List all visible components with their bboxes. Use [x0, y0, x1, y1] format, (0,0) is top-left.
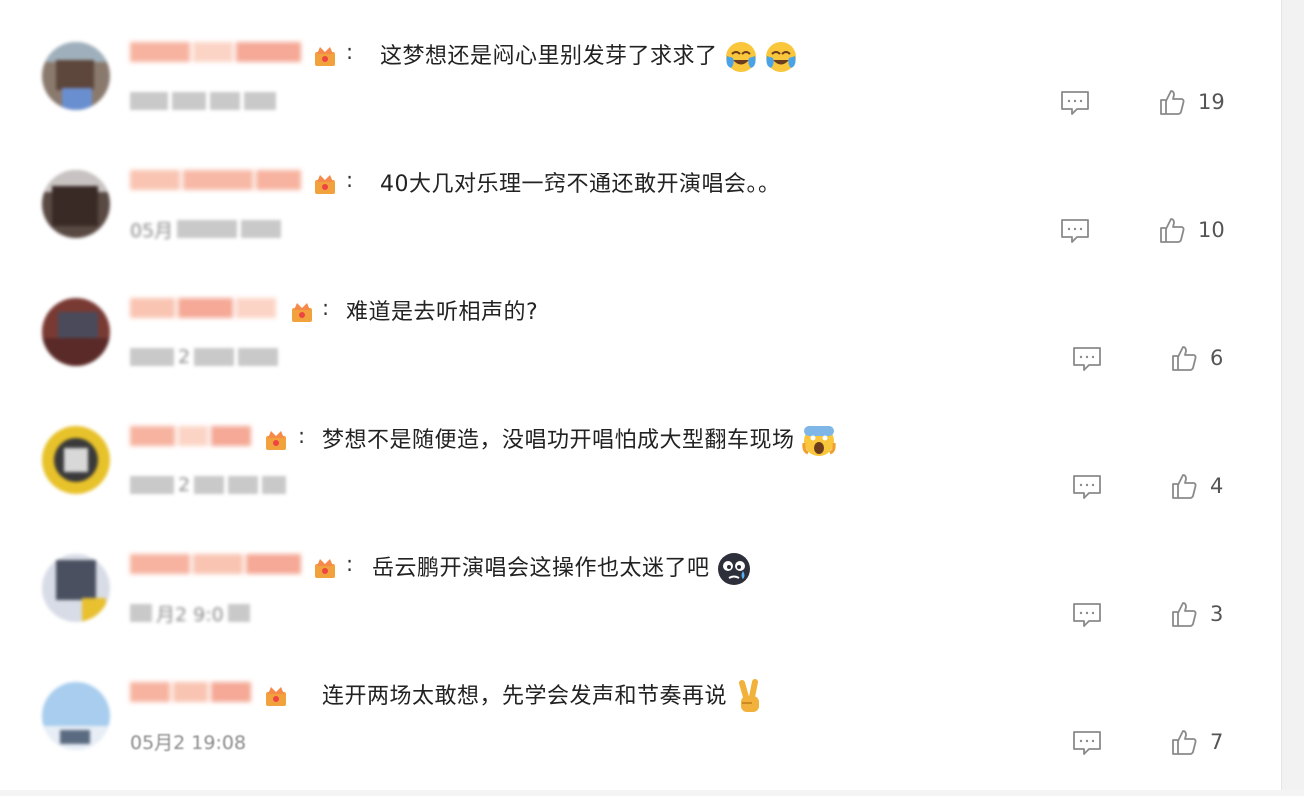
like-count: 19 [1198, 90, 1225, 114]
comment-text-row: 40大几对乐理一窍不通还敢开演唱会。。 [380, 166, 781, 198]
username-redacted[interactable] [130, 298, 276, 318]
thumbs-up-icon[interactable] [1170, 728, 1198, 756]
comment-item: : 难道是去听相声的? 2 6 [0, 296, 1282, 426]
comment-date: 05月2 19:08 [130, 731, 247, 754]
colon: : [322, 296, 330, 320]
username-redacted[interactable] [130, 170, 301, 190]
comment-text-row: 连开两场太敢想，先学会发声和节奏再说 [322, 678, 767, 715]
comment-icon[interactable] [1072, 346, 1102, 372]
cry-laugh-emoji [765, 42, 796, 72]
victory-hand-emoji [739, 679, 760, 712]
comment-item: : 这梦想还是闷心里别发芽了求求了 19 [0, 40, 1282, 170]
colon: : [346, 40, 354, 64]
colon: : [346, 552, 354, 576]
comment-icon[interactable] [1072, 474, 1102, 500]
avatar[interactable] [42, 426, 110, 494]
colon: : [346, 168, 354, 192]
comment-text-row: 难道是去听相声的? [346, 294, 538, 326]
username-redacted[interactable] [130, 42, 301, 62]
comment-item: : 岳云鹏开演唱会这操作也太迷了吧 月2 9:0 3 [0, 552, 1282, 682]
comment-item: : 梦想不是随便造，没唱功开唱怕成大型翻车现场 2 4 [0, 424, 1282, 554]
scream-emoji [801, 426, 836, 456]
thumbs-up-icon[interactable] [1170, 472, 1198, 500]
like-count: 6 [1210, 346, 1224, 370]
thumbs-up-icon[interactable] [1170, 600, 1198, 628]
comment-text: 岳云鹏开演唱会这操作也太迷了吧 [372, 556, 710, 581]
colon: : [298, 424, 306, 448]
thumbs-up-icon[interactable] [1158, 88, 1186, 116]
comment-date: 05月 [130, 219, 174, 242]
vip-crown-badge [266, 687, 286, 706]
like-count: 10 [1198, 218, 1225, 242]
comment-meta: 05月2 19:08 [130, 730, 247, 754]
comment-text-row: 岳云鹏开演唱会这操作也太迷了吧 [372, 550, 752, 587]
comment-text: 这梦想还是闷心里别发芽了求求了 [380, 44, 718, 69]
vip-crown-badge [315, 47, 335, 66]
comment-meta: 2 [130, 346, 279, 368]
avatar[interactable] [42, 554, 110, 622]
avatar[interactable] [42, 298, 110, 366]
vip-crown-badge [315, 175, 335, 194]
comment-icon[interactable] [1072, 602, 1102, 628]
comment-text: 40大几对乐理一窍不通还敢开演唱会。。 [380, 172, 781, 197]
thumbs-up-icon[interactable] [1170, 344, 1198, 372]
vip-crown-badge [315, 559, 335, 578]
comment-icon[interactable] [1072, 730, 1102, 756]
comment-meta: 2 [130, 474, 287, 496]
comment-text: 连开两场太敢想，先学会发声和节奏再说 [322, 684, 728, 709]
like-count: 4 [1210, 474, 1224, 498]
comment-date: 2 [178, 474, 191, 496]
avatar[interactable] [42, 170, 110, 238]
comment-meta [130, 90, 276, 112]
comment-text: 难道是去听相声的? [346, 300, 539, 325]
comment-text-row: 梦想不是随便造，没唱功开唱怕成大型翻车现场 [322, 422, 837, 459]
comment-meta: 05月 [130, 218, 282, 242]
username-redacted[interactable] [130, 682, 251, 702]
avatar[interactable] [42, 42, 110, 110]
comment-meta: 月2 9:0 [130, 602, 250, 626]
like-count: 3 [1210, 602, 1224, 626]
avatar[interactable] [42, 682, 110, 750]
comment-date: 月2 9:0 [156, 603, 224, 626]
thumbs-up-icon[interactable] [1158, 216, 1186, 244]
comment-date: 2 [178, 346, 191, 368]
scrollbar-track[interactable] [1281, 0, 1304, 796]
comment-icon[interactable] [1060, 218, 1090, 244]
comment-icon[interactable] [1060, 90, 1090, 116]
comment-text: 梦想不是随便造，没唱功开唱怕成大型翻车现场 [322, 428, 795, 453]
like-count: 7 [1210, 730, 1224, 754]
comment-text-row: 这梦想还是闷心里别发芽了求求了 [380, 38, 798, 74]
comment-item: : 40大几对乐理一窍不通还敢开演唱会。。 05月 10 [0, 168, 1282, 298]
cry-laugh-emoji [725, 42, 756, 72]
vip-crown-badge [292, 303, 312, 322]
vip-crown-badge [266, 431, 286, 450]
comment-item: 连开两场太敢想，先学会发声和节奏再说 05月2 19:08 7 [0, 679, 1282, 810]
sweat-face-emoji [717, 553, 750, 585]
username-redacted[interactable] [130, 554, 301, 574]
username-redacted[interactable] [130, 426, 251, 446]
